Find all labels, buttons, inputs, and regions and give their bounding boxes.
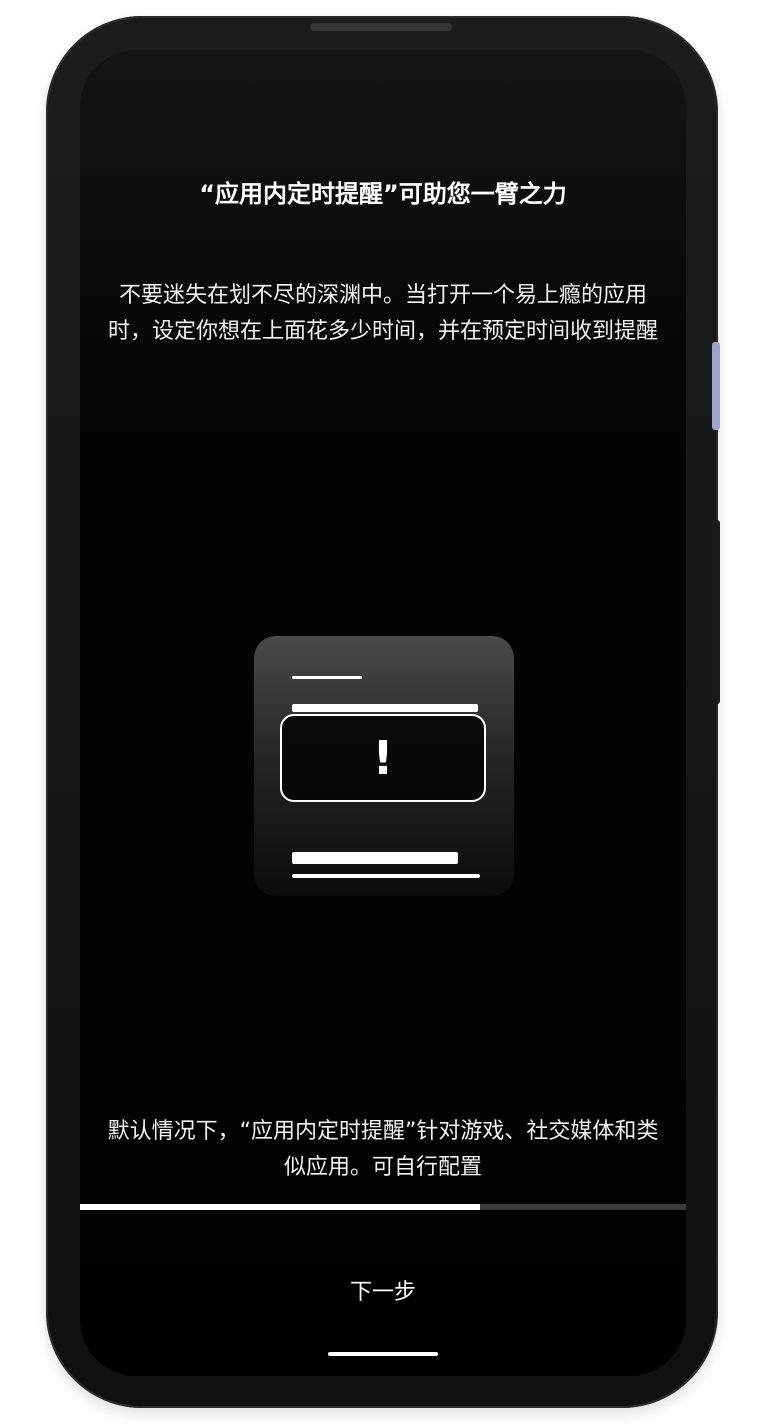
default-apps-note: 默认情况下，“应用内定时提醒”针对游戏、社交媒体和类似应用。可自行配置 xyxy=(107,1119,659,1180)
illustration-footer-line xyxy=(292,874,480,878)
illustration-content-line xyxy=(292,852,458,864)
exclamation-icon: ! xyxy=(372,731,394,785)
app-timer-illustration: ! xyxy=(254,636,514,896)
page-title: “应用内定时提醒”可助您一臂之力 xyxy=(199,180,567,208)
onboarding-progress-fill xyxy=(80,1204,480,1210)
page-description: 不要迷失在划不尽的深渊中。当打开一个易上瘾的应用时，设定你想在上面花多少时间，并… xyxy=(107,283,658,344)
power-button xyxy=(712,520,720,704)
earpiece-speaker xyxy=(310,23,452,31)
illustration-header-line xyxy=(292,676,362,679)
onboarding-screen: “应用内定时提醒”可助您一臂之力 不要迷失在划不尽的深渊中。当打开一个易上瘾的应… xyxy=(80,50,686,1376)
onboarding-progress-bar xyxy=(80,1204,686,1210)
home-indicator[interactable] xyxy=(328,1352,438,1356)
illustration-tab-bar xyxy=(292,704,478,712)
alert-dialog-illustration: ! xyxy=(280,714,486,802)
volume-button xyxy=(712,342,720,430)
next-button[interactable]: 下一步 xyxy=(283,1244,483,1336)
